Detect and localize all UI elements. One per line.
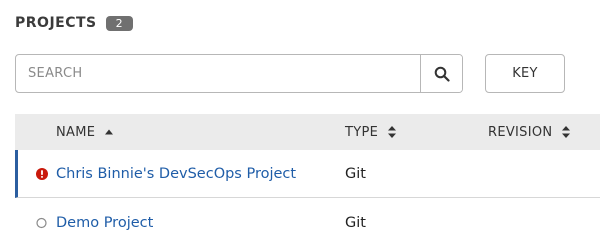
column-header-label: TYPE xyxy=(345,124,379,140)
key-button[interactable]: KEY xyxy=(485,54,565,93)
search-input[interactable] xyxy=(16,55,420,92)
projects-page: PROJECTS 2 KEY NAME TYPE xyxy=(0,0,600,252)
sort-ascending-icon xyxy=(104,128,114,136)
column-header-name[interactable]: NAME xyxy=(56,114,114,150)
project-name-link[interactable]: Demo Project xyxy=(56,215,153,231)
search-bar xyxy=(15,54,463,93)
sort-icon xyxy=(561,125,571,139)
project-name-link[interactable]: Chris Binnie's DevSecOps Project xyxy=(56,166,296,182)
table-row: Demo Project Git xyxy=(15,199,600,247)
table-row: Chris Binnie's DevSecOps Project Git xyxy=(15,150,600,198)
search-button[interactable] xyxy=(420,55,462,92)
sort-icon xyxy=(387,125,397,139)
table-header: NAME TYPE REVISION xyxy=(15,114,600,150)
projects-header: PROJECTS 2 xyxy=(15,12,133,34)
exclamation-circle-icon[interactable] xyxy=(36,167,48,180)
column-header-revision[interactable]: REVISION xyxy=(488,114,571,150)
column-header-label: REVISION xyxy=(488,124,553,140)
page-title: PROJECTS xyxy=(15,15,97,31)
search-icon xyxy=(434,66,450,82)
project-type: Git xyxy=(345,165,366,182)
column-header-label: NAME xyxy=(56,124,96,140)
project-count-badge: 2 xyxy=(105,15,133,31)
project-type: Git xyxy=(345,215,366,231)
circle-outline-icon xyxy=(36,217,47,229)
column-header-type[interactable]: TYPE xyxy=(345,114,397,150)
